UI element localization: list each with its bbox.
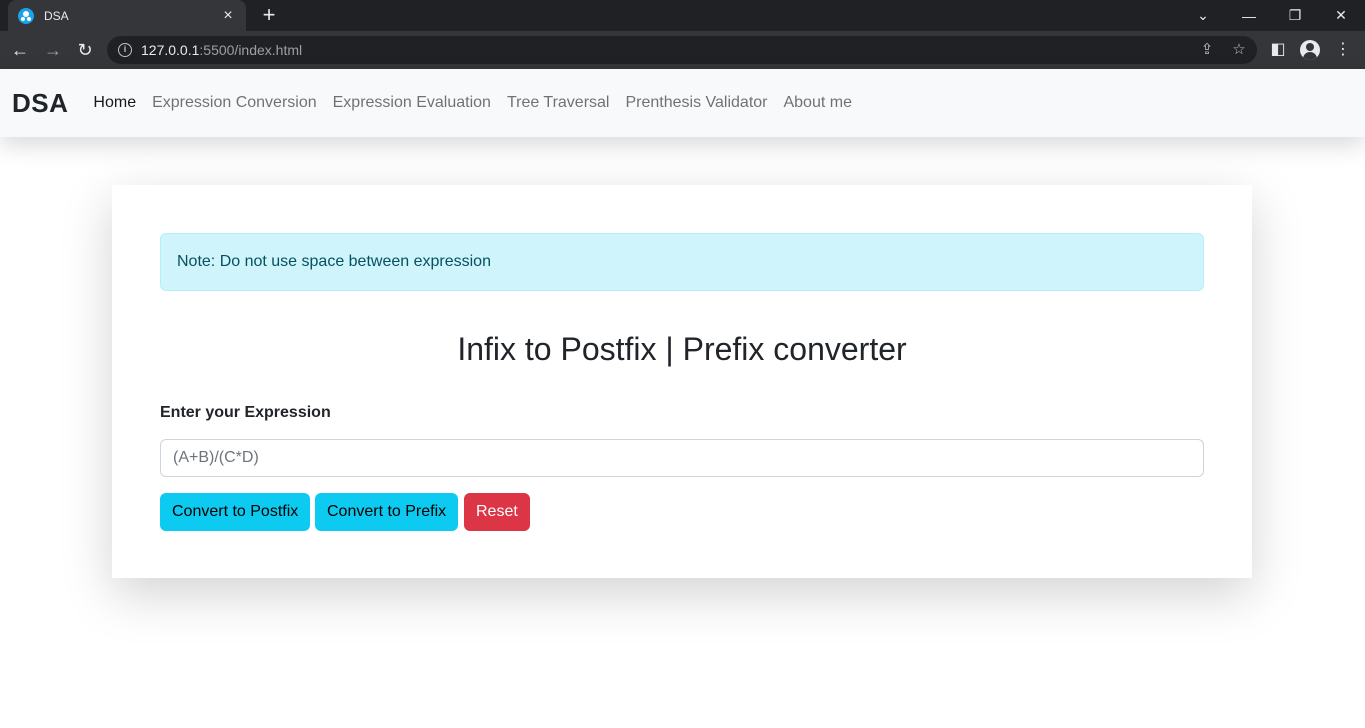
reset-button[interactable]: Reset	[464, 493, 530, 531]
browser-toolbar: ← → ↻ i 127.0.0.1:5500/index.html ⇪ ☆ ◧ …	[0, 31, 1365, 69]
site-info-icon[interactable]: i	[118, 43, 132, 57]
minimize-button[interactable]: —	[1226, 0, 1272, 31]
browser-tab-bar: DSA × + ⌄ — ❐ ✕	[0, 0, 1365, 31]
browser-tab[interactable]: DSA ×	[8, 0, 246, 31]
url-text[interactable]: 127.0.0.1:5500/index.html	[141, 42, 302, 58]
page-title: Infix to Postfix | Prefix converter	[457, 331, 907, 367]
brand-logo[interactable]: DSA	[12, 88, 68, 119]
nav-link-home[interactable]: Home	[85, 94, 144, 112]
nav-link-tree-traversal[interactable]: Tree Traversal	[499, 94, 618, 112]
restore-button[interactable]: ❐	[1272, 0, 1318, 31]
back-icon[interactable]: ←	[8, 38, 32, 62]
expression-label: Enter your Expression	[160, 404, 331, 421]
reload-icon[interactable]: ↻	[73, 38, 97, 62]
nav-link-about-me[interactable]: About me	[775, 94, 859, 112]
convert-prefix-button[interactable]: Convert to Prefix	[315, 493, 459, 531]
menu-kebab-icon[interactable]: ⋮	[1332, 39, 1354, 61]
favicon-icon	[18, 7, 34, 24]
bookmark-star-icon[interactable]: ☆	[1229, 40, 1249, 60]
tab-search-icon[interactable]: ⌄	[1180, 0, 1226, 31]
nav-link-expression-evaluation[interactable]: Expression Evaluation	[325, 94, 499, 112]
site-navbar: DSA Home Expression Conversion Expressio…	[0, 69, 1365, 137]
forward-icon[interactable]: →	[41, 38, 65, 62]
expression-input[interactable]	[160, 439, 1204, 477]
nav-link-parenthesis-validator[interactable]: Prenthesis Validator	[617, 94, 775, 112]
converter-card: Note: Do not use space between expressio…	[112, 185, 1252, 578]
tab-title: DSA	[44, 8, 69, 23]
side-panel-icon[interactable]: ◧	[1267, 39, 1289, 61]
profile-avatar-icon[interactable]	[1300, 40, 1320, 60]
close-window-button[interactable]: ✕	[1318, 0, 1364, 31]
share-icon[interactable]: ⇪	[1197, 40, 1217, 60]
convert-postfix-button[interactable]: Convert to Postfix	[160, 493, 311, 531]
new-tab-button[interactable]: +	[258, 4, 280, 26]
nav-link-expression-conversion[interactable]: Expression Conversion	[144, 94, 325, 112]
address-bar[interactable]: i 127.0.0.1:5500/index.html ⇪ ☆	[107, 36, 1257, 64]
note-alert: Note: Do not use space between expressio…	[160, 233, 1204, 291]
tab-close-icon[interactable]: ×	[220, 7, 236, 24]
